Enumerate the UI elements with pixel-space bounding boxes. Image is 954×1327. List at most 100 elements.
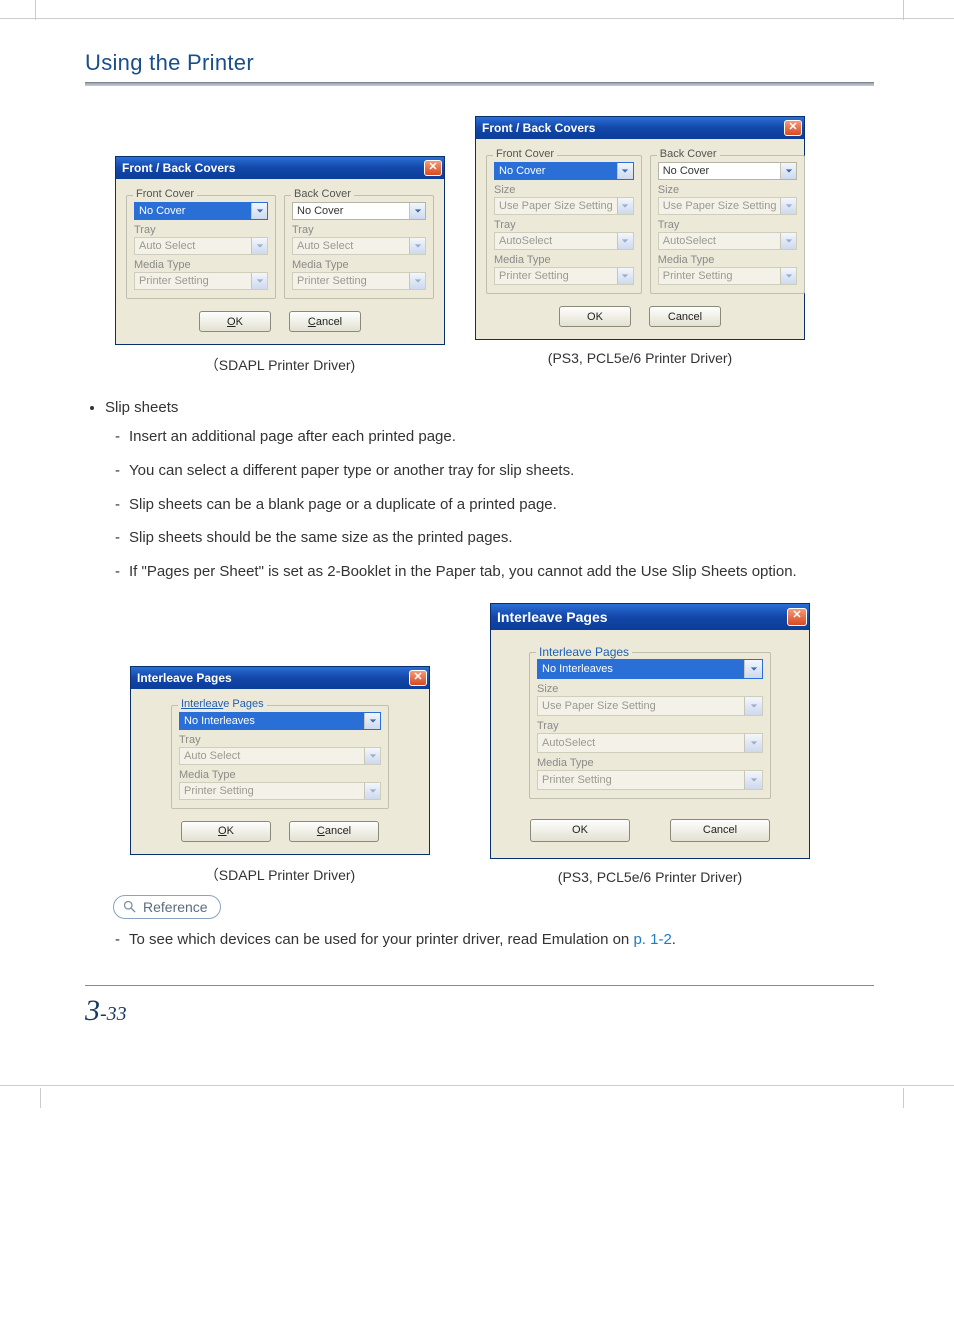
list-item: Insert an additional page after each pri… xyxy=(115,426,874,448)
dialog-title: Front / Back Covers xyxy=(122,161,235,175)
media-type-select: Printer Setting xyxy=(537,770,763,790)
interleave-group: Interleave Pages No Interleaves Size Use… xyxy=(529,652,771,799)
select-value: Auto Select xyxy=(293,240,409,252)
media-type-label: Media Type xyxy=(134,259,268,271)
tray-select: AutoSelect xyxy=(537,733,763,753)
dialog-title: Front / Back Covers xyxy=(482,121,595,135)
chevron-down-icon xyxy=(744,734,762,752)
select-value: AutoSelect xyxy=(495,235,617,247)
size-label: Size xyxy=(494,184,634,196)
select-value: AutoSelect xyxy=(659,235,781,247)
interleave-pages-dialog-sdapl: Interleave Pages ✕ Interleave Pages No I… xyxy=(130,666,430,855)
media-type-label: Media Type xyxy=(494,254,634,266)
size-label: Size xyxy=(658,184,798,196)
cancel-button[interactable]: Cancel xyxy=(289,821,379,842)
close-icon[interactable]: ✕ xyxy=(424,160,442,176)
chevron-down-icon[interactable] xyxy=(617,163,633,179)
ok-button[interactable]: OK xyxy=(199,311,271,332)
dialog-title: Interleave Pages xyxy=(137,671,232,685)
media-type-select: Printer Setting xyxy=(179,782,381,800)
ok-button[interactable]: OK xyxy=(530,819,630,842)
select-value: Printer Setting xyxy=(135,275,251,287)
front-cover-select[interactable]: No Cover xyxy=(134,202,268,220)
ok-button[interactable]: OK xyxy=(559,306,631,327)
select-value: Use Paper Size Setting xyxy=(495,200,617,212)
magnifier-icon xyxy=(122,899,137,914)
reference-link[interactable]: p. 1-2 xyxy=(633,931,671,948)
chevron-down-icon xyxy=(780,233,796,249)
tray-select: AutoSelect xyxy=(494,232,634,250)
list-item: Slip sheets can be a blank page or a dup… xyxy=(115,494,874,516)
figure-caption: (PS3, PCL5e/6 Printer Driver) xyxy=(475,350,805,366)
chevron-down-icon xyxy=(409,238,425,254)
cancel-button[interactable]: Cancel xyxy=(289,311,361,332)
select-value: No Cover xyxy=(135,205,251,217)
interleave-select[interactable]: No Interleaves xyxy=(179,712,381,730)
select-value: AutoSelect xyxy=(538,737,744,749)
group-legend: Front Cover xyxy=(133,188,197,200)
select-value: Printer Setting xyxy=(293,275,409,287)
reference-text: To see which devices can be used for you… xyxy=(115,929,874,951)
group-legend: Front Cover xyxy=(493,148,557,160)
list-item: Slip sheets should be the same size as t… xyxy=(115,527,874,549)
interleave-pages-dialog-ps3: Interleave Pages ✕ Interleave Pages No I… xyxy=(490,603,810,859)
select-value: No Cover xyxy=(659,165,781,177)
dialog-titlebar: Interleave Pages ✕ xyxy=(131,667,429,689)
text: To see which devices can be used for you… xyxy=(129,931,633,948)
select-value: No Cover xyxy=(495,165,617,177)
chevron-down-icon[interactable] xyxy=(364,713,380,729)
tray-label: Tray xyxy=(292,224,426,236)
figure-caption: (PS3, PCL5e/6 Printer Driver) xyxy=(490,869,810,885)
chevron-down-icon[interactable] xyxy=(744,660,762,678)
select-value: No Interleaves xyxy=(180,715,364,727)
cancel-button[interactable]: Cancel xyxy=(649,306,721,327)
interleave-group: Interleave Pages No Interleaves Tray Aut… xyxy=(171,705,389,809)
media-type-select: Printer Setting xyxy=(292,272,426,290)
media-type-select: Printer Setting xyxy=(134,272,268,290)
media-type-select: Printer Setting xyxy=(494,267,634,285)
tray-label: Tray xyxy=(134,224,268,236)
page-number: 3-33 xyxy=(85,985,874,1028)
chevron-down-icon xyxy=(364,783,380,799)
tray-label: Tray xyxy=(658,219,798,231)
dialog-titlebar: Front / Back Covers ✕ xyxy=(116,157,444,179)
chevron-down-icon[interactable] xyxy=(409,203,425,219)
media-type-label: Media Type xyxy=(658,254,798,266)
ok-button[interactable]: OK xyxy=(181,821,271,842)
cancel-button[interactable]: Cancel xyxy=(670,819,770,842)
chevron-down-icon[interactable] xyxy=(251,203,267,219)
figure-caption: （SDAPL Printer Driver) xyxy=(130,865,430,885)
dialog-title: Interleave Pages xyxy=(497,609,608,625)
chevron-down-icon xyxy=(364,748,380,764)
select-value: Auto Select xyxy=(180,750,364,762)
tray-select: Auto Select xyxy=(179,747,381,765)
back-cover-select[interactable]: No Cover xyxy=(292,202,426,220)
dialog-titlebar: Front / Back Covers ✕ xyxy=(476,117,804,139)
chevron-down-icon xyxy=(251,238,267,254)
select-value: Printer Setting xyxy=(538,774,744,786)
select-value: No Cover xyxy=(293,205,409,217)
close-icon[interactable]: ✕ xyxy=(787,608,807,626)
page-heading: Using the Printer xyxy=(85,50,874,82)
select-value: Printer Setting xyxy=(659,270,781,282)
tray-label: Tray xyxy=(494,219,634,231)
figure-caption: （SDAPL Printer Driver) xyxy=(115,355,445,375)
select-value: Use Paper Size Setting xyxy=(659,200,781,212)
size-label: Size xyxy=(537,683,763,695)
chevron-down-icon[interactable] xyxy=(780,163,796,179)
size-select: Use Paper Size Setting xyxy=(658,197,798,215)
chevron-down-icon xyxy=(780,268,796,284)
close-icon[interactable]: ✕ xyxy=(409,670,427,686)
close-icon[interactable]: ✕ xyxy=(784,120,802,136)
heading-rule xyxy=(85,82,874,86)
group-legend: Interleave Pages xyxy=(178,698,267,710)
tray-label: Tray xyxy=(537,720,763,732)
reference-badge: Reference xyxy=(113,895,221,919)
back-cover-select[interactable]: No Cover xyxy=(658,162,798,180)
media-type-label: Media Type xyxy=(292,259,426,271)
dialog-titlebar: Interleave Pages ✕ xyxy=(491,604,809,630)
interleave-select[interactable]: No Interleaves xyxy=(537,659,763,679)
chevron-down-icon xyxy=(617,233,633,249)
chevron-down-icon xyxy=(744,697,762,715)
front-cover-select[interactable]: No Cover xyxy=(494,162,634,180)
